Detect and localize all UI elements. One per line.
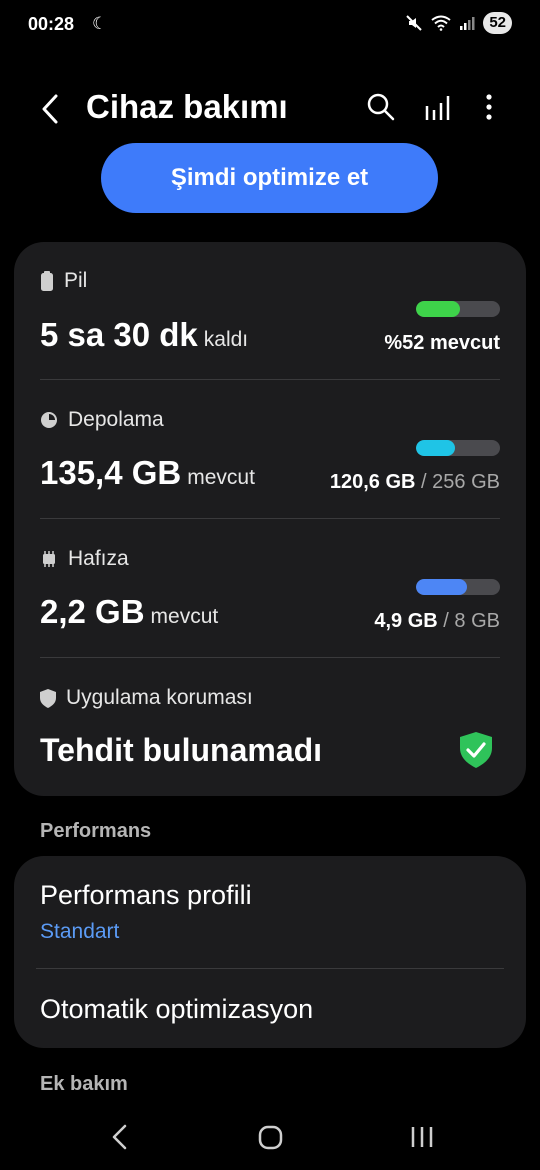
back-button[interactable] <box>36 90 64 128</box>
status-time: 00:28 <box>28 14 75 34</box>
performance-card: Performans profili Standart Otomatik opt… <box>14 856 526 1048</box>
signal-icon <box>460 17 475 30</box>
more-options-button[interactable] <box>474 92 504 127</box>
battery-level-badge: 52 <box>483 12 512 34</box>
storage-pie-icon <box>41 412 57 428</box>
chevron-left-icon <box>42 94 58 124</box>
section-header-extra-care: Ek bakım <box>40 1073 128 1095</box>
optimize-now-button[interactable]: Şimdi optimize et <box>101 143 438 213</box>
storage-suffix: mevcut <box>187 466 255 489</box>
memory-used: 4,9 GB <box>374 610 438 632</box>
battery-progress-bar <box>416 301 500 317</box>
shield-check-icon <box>460 732 492 768</box>
divider <box>40 518 500 519</box>
storage-title: Depolama <box>40 408 164 432</box>
search-button[interactable] <box>366 92 396 127</box>
battery-label: Pil <box>64 269 88 292</box>
battery-right-value: %52 mevcut <box>384 332 500 354</box>
memory-label: Hafıza <box>68 547 129 570</box>
memory-sep: / <box>443 610 449 632</box>
memory-progress-bar <box>416 579 500 595</box>
status-card: Pil 5 sa 30 dk kaldı %52 mevcut Depolama … <box>14 242 526 796</box>
protection-title: Uygulama koruması <box>40 686 253 710</box>
storage-used: 120,6 GB <box>329 471 416 493</box>
memory-available: 2,2 GB mevcut <box>40 593 218 631</box>
nav-home-icon <box>258 1125 283 1150</box>
divider <box>40 379 500 380</box>
shield-icon <box>40 688 56 708</box>
storage-available: 135,4 GB mevcut <box>40 454 255 492</box>
storage-label: Depolama <box>68 408 164 431</box>
divider <box>40 657 500 658</box>
report-button[interactable] <box>424 92 450 127</box>
bar-chart-icon <box>425 96 450 120</box>
storage-total: 256 GB <box>432 471 500 493</box>
wifi-icon <box>431 15 451 31</box>
memory-suffix: mevcut <box>150 605 219 628</box>
storage-value: 135,4 GB <box>40 454 182 491</box>
memory-chip-icon <box>43 551 55 567</box>
battery-available: %52 mevcut <box>384 332 500 355</box>
nav-recents-icon <box>411 1127 433 1147</box>
divider <box>36 968 504 969</box>
nav-back-button[interactable] <box>108 1122 132 1157</box>
auto-optimization-title: Otomatik optimizasyon <box>40 994 314 1024</box>
memory-value: 2,2 GB <box>40 593 145 630</box>
battery-value: 5 sa 30 dk <box>40 316 198 353</box>
performance-profile-title: Performans profili <box>40 880 252 910</box>
search-icon <box>367 93 395 121</box>
battery-icon <box>41 271 53 291</box>
battery-title: Pil <box>40 269 87 293</box>
performance-profile-value: Standart <box>40 920 120 943</box>
optimize-now-label: Şimdi optimize et <box>170 163 369 191</box>
memory-title: Hafıza <box>40 547 129 571</box>
mute-icon <box>406 15 423 31</box>
storage-usage: 120,6 GB / 256 GB <box>330 471 500 494</box>
moon-icon: ☾ <box>92 14 108 33</box>
battery-suffix: kaldı <box>203 328 249 351</box>
more-vertical-icon <box>486 94 492 120</box>
page-title: Cihaz bakımı <box>86 88 288 125</box>
memory-usage: 4,9 GB / 8 GB <box>374 610 500 633</box>
battery-remaining: 5 sa 30 dk kaldı <box>40 316 248 354</box>
memory-progress-fill <box>416 579 468 595</box>
protection-status: Tehdit bulunamadı <box>40 732 323 768</box>
section-header-performance: Performans <box>40 820 152 842</box>
nav-home-button[interactable] <box>257 1122 285 1157</box>
storage-progress-bar <box>416 440 500 456</box>
nav-back-icon <box>112 1124 127 1150</box>
protection-label: Uygulama koruması <box>66 686 253 709</box>
storage-progress-fill <box>416 440 456 456</box>
status-icons: 52 <box>405 12 512 34</box>
nav-recents-button[interactable] <box>408 1122 436 1157</box>
memory-total: 8 GB <box>454 610 500 632</box>
battery-progress-fill <box>416 301 460 317</box>
storage-sep: / <box>421 471 427 493</box>
